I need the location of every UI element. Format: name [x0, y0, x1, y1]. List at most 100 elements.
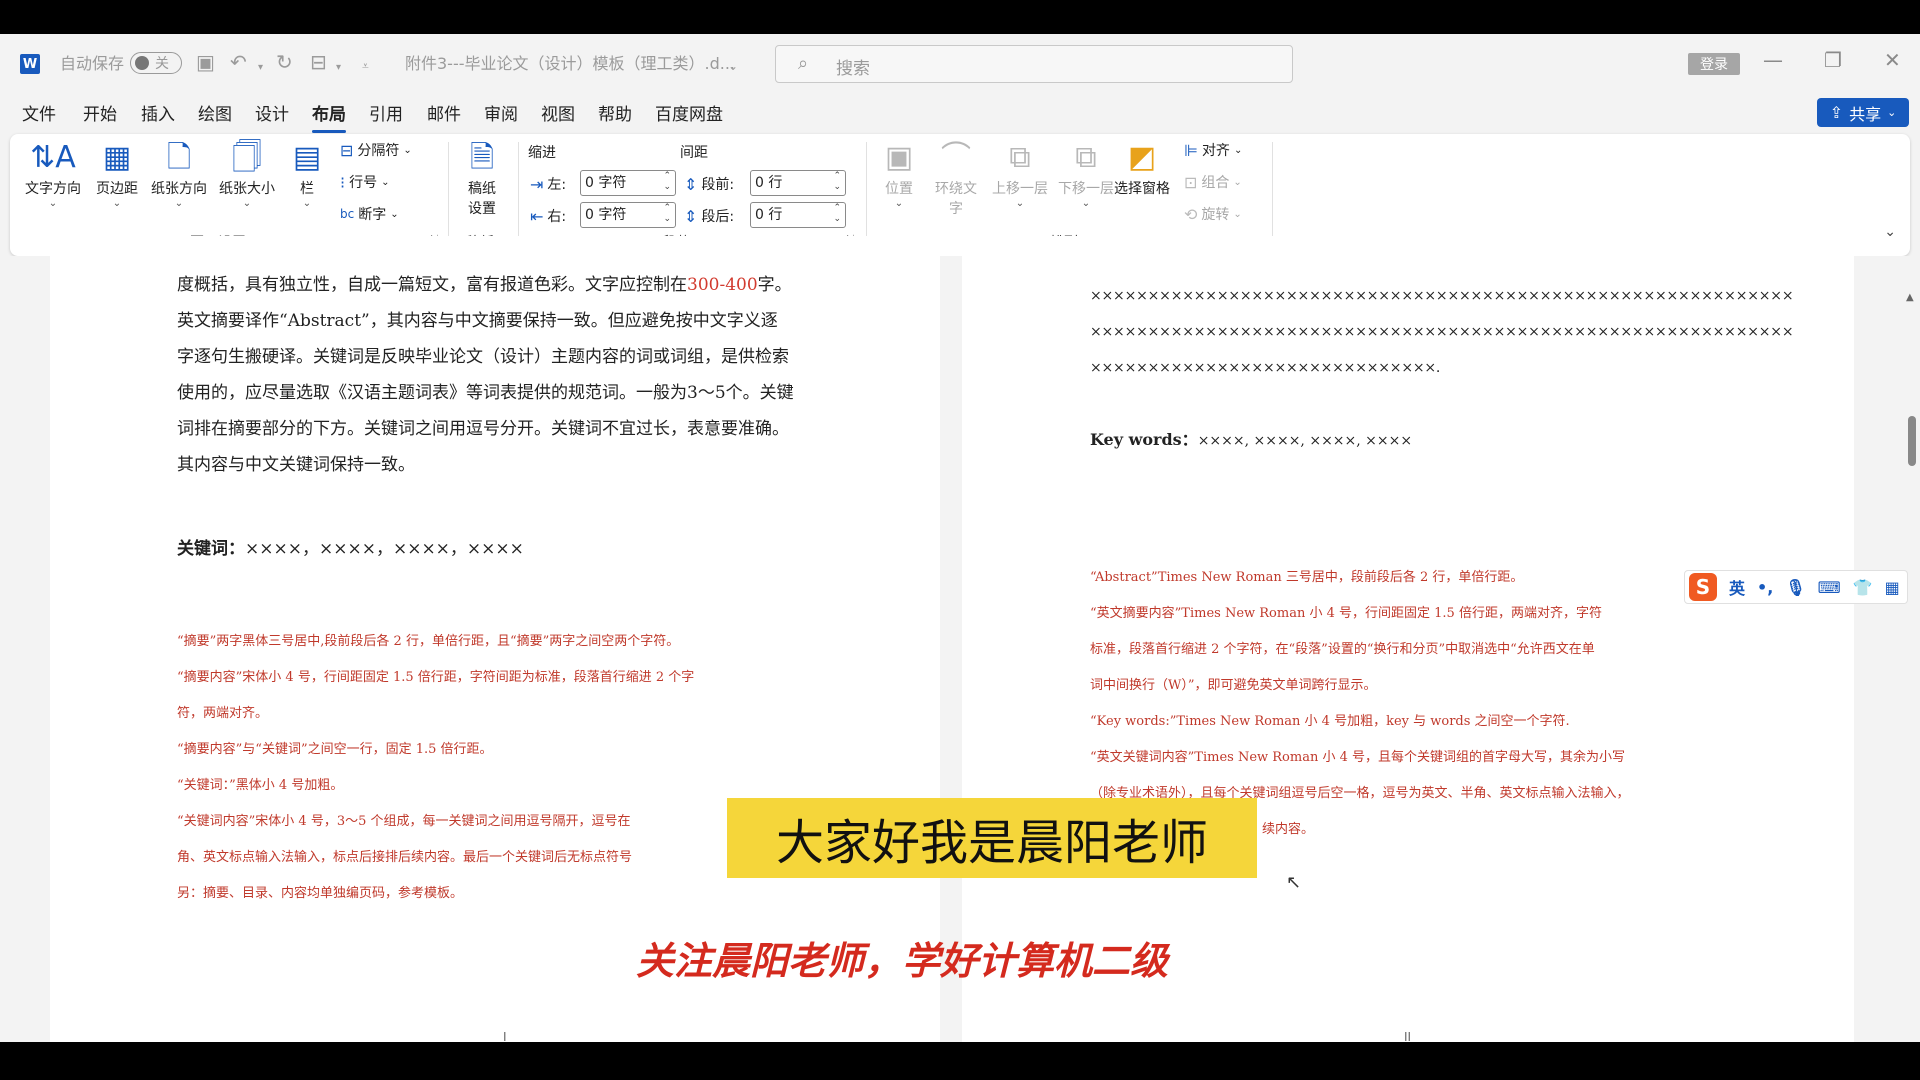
indent-right-value: 0 字符 — [585, 207, 627, 223]
document-page-right: ××××××××××××××××××××××××××××××××××××××××… — [962, 236, 1854, 1042]
format-note: 另：摘要、目录、内容均单独编页码，参考模板。 — [177, 886, 464, 901]
close-icon[interactable]: ✕ — [1884, 48, 1901, 72]
selection-pane-button[interactable]: ◩ 选择窗格 — [1110, 140, 1174, 198]
hyphenation-icon: bc — [340, 207, 355, 221]
orientation-button[interactable]: 🗋 纸张方向 ⌄ — [148, 140, 210, 210]
tab-design[interactable]: 设计 — [255, 100, 289, 125]
format-note: “关键词：”黑体小 4 号加粗。 — [177, 778, 344, 793]
spacing-before-input[interactable]: 0 行 ⌃ ⌄ — [750, 170, 846, 196]
line-numbers-dropdown-icon: ⌄ — [381, 176, 390, 188]
tab-insert[interactable]: 插入 — [141, 100, 175, 125]
size-button[interactable]: 🗍 纸张大小 ⌄ — [216, 140, 278, 210]
title-dropdown-icon[interactable]: ⌄ — [728, 56, 738, 76]
breaks-button[interactable]: ⊟ 分隔符 ⌄ — [340, 140, 412, 160]
tab-references[interactable]: 引用 — [369, 100, 403, 125]
wrap-text-label-2: 字 — [949, 201, 963, 217]
minimize-icon[interactable]: — — [1763, 48, 1783, 72]
vertical-scrollbar-thumb[interactable] — [1908, 416, 1916, 466]
send-backward-icon: ⧉ — [1075, 140, 1097, 175]
scroll-up-icon[interactable]: ▲ — [1906, 292, 1914, 303]
save-icon[interactable]: ▣ — [196, 52, 215, 72]
restore-icon[interactable]: ❐ — [1824, 48, 1842, 72]
keyboard-icon[interactable]: ⌨ — [1818, 578, 1841, 597]
tab-baidu-netdisk[interactable]: 百度网盘 — [655, 100, 723, 125]
tab-home[interactable]: 开始 — [83, 100, 117, 125]
search-box[interactable]: ⌕ 搜索 — [775, 45, 1293, 83]
orientation-dropdown-icon: ⌄ — [174, 198, 184, 209]
document-title[interactable]: 附件3---毕业论文（设计）模板（理工类）.d... — [405, 34, 735, 90]
tab-mailings[interactable]: 邮件 — [427, 100, 461, 125]
tab-draw[interactable]: 绘图 — [198, 100, 232, 125]
text-direction-button[interactable]: ⇅A 文字方向 ⌄ — [24, 140, 82, 210]
search-placeholder: 搜索 — [836, 59, 870, 79]
spinner-icon[interactable]: ⌃ ⌄ — [833, 171, 841, 193]
body-line: 使用的，应尽量选取《汉语主题词表》等词表提供的规范词。一般为3～5个。关键 — [177, 383, 794, 403]
autosave-toggle[interactable]: 关 — [130, 52, 182, 74]
ime-mode-toggle[interactable]: 英 — [1729, 575, 1745, 599]
columns-label: 栏 — [300, 181, 314, 197]
group-button[interactable]: ⊡ 组合 ⌄ — [1184, 172, 1242, 192]
position-button[interactable]: ▣ 位置 ⌄ — [876, 140, 922, 210]
margins-button[interactable]: ▦ 页边距 ⌄ — [92, 140, 142, 210]
autosave-state: 关 — [155, 56, 169, 72]
key-words-line: Key words：××××, ××××, ××××, ×××× — [1090, 426, 1412, 450]
keywords-line: 关键词：××××，××××，××××，×××× — [177, 534, 524, 559]
autosave-label: 自动保存 — [60, 54, 125, 73]
bring-forward-icon: ⧉ — [1009, 140, 1031, 175]
spinner-icon[interactable]: ⌃ ⌄ — [663, 171, 671, 193]
save-as-icon[interactable]: ⊟ — [310, 52, 327, 72]
indent-label: 缩进 — [528, 145, 556, 161]
rotate-icon: ⟲ — [1184, 204, 1198, 224]
key-words-label: Key words： — [1090, 430, 1198, 449]
ime-toolbar[interactable]: S 英 •, 🎙 ⌨ 👕 ▦ — [1684, 570, 1908, 604]
bring-forward-button[interactable]: ⧉ 上移一层 ⌄ — [988, 140, 1052, 210]
customize-qat-icon[interactable]: ⩡ — [362, 56, 369, 76]
ime-punctuation-toggle[interactable]: •, — [1757, 578, 1773, 597]
format-note: “摘要内容”与“关键词”之间空一行，固定 1.5 倍行距。 — [177, 742, 493, 757]
skin-icon[interactable]: 👕 — [1853, 578, 1873, 597]
undo-icon[interactable]: ↶ — [230, 52, 247, 72]
indent-right-label: 右: — [547, 209, 567, 225]
microphone-icon[interactable]: 🎙 — [1785, 578, 1805, 597]
format-note: “英文摘要内容”Times New Roman 小 4 号，行间距固定 1.5 … — [1090, 606, 1602, 621]
manuscript-settings-button[interactable]: 🗎 稿纸 设置 — [460, 140, 504, 218]
spinner-icon[interactable]: ⌃ ⌄ — [663, 203, 671, 225]
tab-file[interactable]: 文件 — [22, 100, 56, 125]
rotate-button[interactable]: ⟲ 旋转 ⌄ — [1184, 204, 1242, 224]
format-note: “Abstract”Times New Roman 三号居中，段前段后各 2 行… — [1090, 570, 1524, 585]
line-numbers-button[interactable]: ⁝ 行号 ⌄ — [340, 172, 389, 192]
undo-dropdown-icon[interactable]: ▾ — [258, 58, 263, 78]
save-as-dropdown-icon[interactable]: ▾ — [336, 58, 341, 78]
columns-icon: ▤ — [292, 140, 322, 175]
tab-layout[interactable]: 布局 — [312, 100, 346, 133]
share-button[interactable]: ⇪ 共享 ⌄ — [1817, 98, 1909, 127]
align-button[interactable]: ⊫ 对齐 ⌄ — [1184, 140, 1242, 160]
indent-left-input[interactable]: 0 字符 ⌃ ⌄ — [580, 170, 676, 196]
indent-left-value: 0 字符 — [585, 175, 627, 191]
body-line: 字逐句生搬硬译。关键词是反映毕业论文（设计）主题内容的词或词组，是供检索 — [177, 347, 789, 367]
title-bar: W 自动保存 关 ▣ ↶ ▾ ↻ ⊟ ▾ ⩡ 附件3---毕业论文（设计）模板（… — [0, 34, 1920, 90]
ribbon-collapse-icon[interactable]: ⌄ — [1884, 224, 1896, 240]
toolbox-icon[interactable]: ▦ — [1885, 578, 1900, 597]
wrap-text-label-1: 环绕文 — [935, 181, 977, 197]
spinner-icon[interactable]: ⌃ ⌄ — [833, 203, 841, 225]
breaks-label: 分隔符 — [357, 143, 400, 159]
body-line: 词排在摘要部分的下方。关键词之间用逗号分开。关键词不宜过长，表意要准确。 — [177, 419, 789, 439]
send-backward-button[interactable]: ⧉ 下移一层 ⌄ — [1054, 140, 1118, 210]
align-icon: ⊫ — [1184, 140, 1198, 160]
hyphenation-button[interactable]: bc 断字 ⌄ — [340, 204, 399, 224]
indent-right-input[interactable]: 0 字符 ⌃ ⌄ — [580, 202, 676, 228]
body-line: 度概括，具有独立性，自成一篇短文，富有报道色彩。文字应控制在300-400字。 — [177, 275, 792, 295]
columns-dropdown-icon: ⌄ — [302, 198, 312, 209]
spacing-after-input[interactable]: 0 行 ⌃ ⌄ — [750, 202, 846, 228]
tab-help[interactable]: 帮助 — [598, 100, 632, 125]
document-page-left: 度概括，具有独立性，自成一篇短文，富有报道色彩。文字应控制在300-400字。 … — [50, 236, 940, 1042]
redo-icon[interactable]: ↻ — [276, 52, 293, 72]
sogou-logo-icon[interactable]: S — [1689, 573, 1717, 601]
login-button[interactable]: 登录 — [1688, 53, 1740, 75]
wrap-text-button[interactable]: ⌒ 环绕文 字 — [928, 140, 984, 218]
tab-review[interactable]: 审阅 — [484, 100, 518, 125]
tab-view[interactable]: 视图 — [541, 100, 575, 125]
columns-button[interactable]: ▤ 栏 ⌄ — [290, 140, 324, 210]
group-separator — [866, 142, 867, 242]
